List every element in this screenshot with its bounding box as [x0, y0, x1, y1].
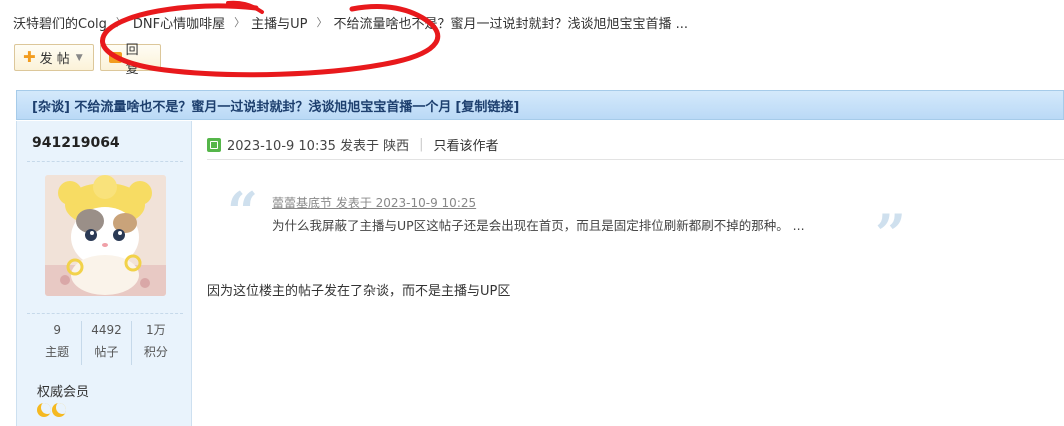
- moon-icon: [37, 403, 51, 417]
- reply-icon: [108, 52, 122, 63]
- copy-link-button[interactable]: [复制链接]: [455, 96, 519, 115]
- breadcrumb-item-dnf-cafe[interactable]: DNF心情咖啡屋: [133, 13, 225, 32]
- breadcrumb-item-streamer-up[interactable]: 主播与UP: [251, 13, 307, 32]
- stat-label: 主题: [45, 345, 70, 359]
- stat-threads[interactable]: 9 主题: [33, 321, 83, 365]
- reply-button[interactable]: 回复: [99, 43, 161, 77]
- divider: [27, 161, 183, 162]
- stat-value: 1万: [146, 323, 166, 337]
- moon-icon: [52, 403, 66, 417]
- author-sidebar: 941219064 9 主题 4492 帖子 1万 积分 权威会员: [17, 121, 192, 426]
- breadcrumb-item-colg[interactable]: 沃特碧们的Colg: [13, 13, 107, 32]
- post-timestamp: 2023-10-9 10:35 发表于 陕西: [227, 139, 410, 154]
- rank-moons: [37, 403, 66, 417]
- post: 941219064 9 主题 4492 帖子 1万 积分 权威会员 2023-1…: [16, 121, 1064, 426]
- quote-block: “ 蕾蕾基底节 发表于 2023-10-9 10:25 为什么我屏蔽了主播与UP…: [227, 180, 917, 261]
- breadcrumb: 沃特碧们的Colg 〉 DNF心情咖啡屋 〉 主播与UP 〉 不给流量啥也不是？…: [13, 12, 688, 32]
- post-content: 2023-10-9 10:35 发表于 陕西 | 只看该作者 “ 蕾蕾基底节 发…: [193, 121, 1064, 426]
- stat-value: 4492: [91, 323, 122, 337]
- thread-title-bar: [杂谈] 不给流量啥也不是？蜜月一过说封就封？浅谈旭旭宝宝首播一个月 [复制链接…: [16, 90, 1064, 120]
- divider: |: [419, 137, 424, 152]
- stat-posts[interactable]: 4492 帖子: [82, 321, 132, 365]
- toolbar: ✚ 发 帖 ▼ 回复: [14, 43, 161, 77]
- stat-label: 帖子: [94, 345, 119, 359]
- new-post-label: 发 帖: [39, 52, 70, 67]
- divider: [207, 159, 1064, 160]
- quote-author-link[interactable]: 蕾蕾基底节 发表于 2023-10-9 10:25: [272, 194, 476, 211]
- new-post-button[interactable]: ✚ 发 帖 ▼: [14, 44, 94, 71]
- author-stats: 9 主题 4492 帖子 1万 积分: [33, 321, 180, 365]
- author-username[interactable]: 941219064: [32, 135, 120, 151]
- stat-points[interactable]: 1万 积分: [132, 321, 180, 365]
- reply-label: 回复: [125, 42, 139, 77]
- stat-value: 9: [53, 323, 61, 337]
- breadcrumb-current: 不给流量啥也不是？蜜月一过说封就封？浅谈旭旭宝宝首播 ...: [333, 16, 689, 32]
- quote-text: 为什么我屏蔽了主播与UP区这帖子还是会出现在首页，而且是固定排位刷新都刷不掉的那…: [272, 218, 805, 233]
- chevron-right-icon: 〉: [115, 16, 127, 29]
- quote-open-icon: “: [227, 180, 259, 244]
- chevron-down-icon: ▼: [75, 52, 83, 63]
- only-author-link[interactable]: 只看该作者: [434, 135, 499, 154]
- post-meta: 2023-10-9 10:35 发表于 陕西 | 只看该作者: [207, 135, 499, 154]
- avatar[interactable]: [45, 175, 166, 296]
- online-status-icon: [207, 137, 221, 152]
- chevron-right-icon: 〉: [316, 16, 328, 29]
- kitten-avatar-image: [45, 175, 166, 296]
- stat-label: 积分: [143, 345, 168, 359]
- quote-close-icon: ”: [875, 202, 907, 266]
- user-group[interactable]: 权威会员: [37, 381, 89, 400]
- post-body: 因为这位楼主的帖子发在了杂谈，而不是主播与UP区: [207, 284, 511, 299]
- plus-icon: ✚: [23, 48, 36, 66]
- divider: [27, 313, 183, 314]
- chevron-right-icon: 〉: [234, 16, 246, 29]
- thread-title: [杂谈] 不给流量啥也不是？蜜月一过说封就封？浅谈旭旭宝宝首播一个月: [32, 99, 452, 115]
